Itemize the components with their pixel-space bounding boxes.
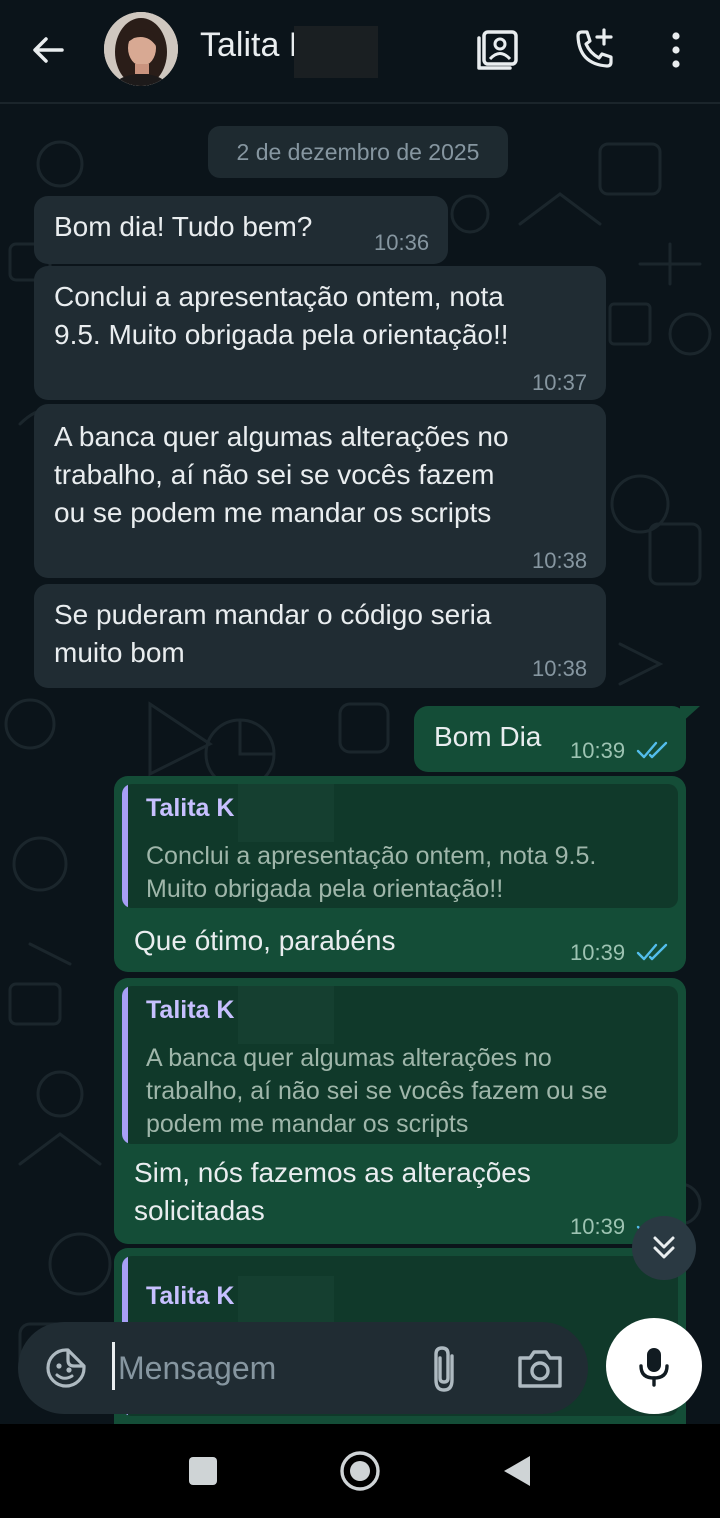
message-text: Bom dia! Tudo bem? (54, 211, 313, 242)
message-time: 10:37 (532, 370, 588, 395)
message-text: Que ótimo, parabéns (134, 925, 396, 956)
message-text: Se puderam mandar o código seria (54, 599, 492, 630)
message-time: 10:39 (570, 738, 626, 763)
scroll-to-bottom-button[interactable] (632, 1216, 696, 1280)
quoted-author: Talita K (146, 1282, 235, 1310)
home-icon[interactable] (337, 1448, 383, 1494)
incoming-message[interactable]: Conclui a apresentação ontem, nota 9.5. … (34, 266, 606, 400)
quoted-message[interactable]: Talita K Conclui a apresentação ontem, n… (122, 784, 678, 908)
quoted-text: trabalho, aí não sei se vocês fazem ou s… (146, 1077, 608, 1105)
bubble-tail (680, 706, 700, 724)
avatar[interactable] (104, 12, 178, 86)
system-navigation-bar (0, 1424, 720, 1518)
quote-accent-bar (122, 784, 128, 908)
message-time: 10:38 (532, 656, 588, 681)
quoted-text: A banca quer algumas alterações no (146, 1044, 552, 1072)
outgoing-message[interactable]: Talita K Conclui a apresentação ontem, n… (114, 776, 686, 972)
message-text: trabalho, aí não sei se vocês fazem (54, 459, 495, 490)
quoted-text: Conclui a apresentação ontem, nota 9.5. (146, 842, 597, 870)
camera-icon[interactable] (516, 1346, 564, 1390)
message-text: 9.5. Muito obrigada pela orientação!! (54, 319, 509, 350)
contact-card-icon[interactable] (474, 26, 522, 74)
message-list[interactable]: 2 de dezembro de 2025 Bom dia! Tudo bem?… (0, 104, 720, 1424)
back-arrow-icon[interactable] (26, 28, 70, 72)
quoted-message[interactable]: Talita K A banca quer algumas alterações… (122, 986, 678, 1144)
quoted-author: Talita K (146, 996, 235, 1024)
quoted-author: Talita K (146, 794, 235, 822)
message-time: 10:39 (570, 940, 626, 965)
redaction-box (294, 26, 378, 78)
chat-header: Talita K (0, 0, 720, 104)
message-text: Sim, nós fazemos as alterações (134, 1157, 531, 1188)
back-triangle-icon[interactable] (494, 1448, 540, 1494)
double-chevron-down-icon (653, 1236, 675, 1259)
message-composer (18, 1322, 588, 1414)
message-time: 10:39 (570, 1214, 626, 1239)
date-separator: 2 de dezembro de 2025 (208, 126, 508, 178)
message-text: solicitadas (134, 1195, 265, 1226)
quoted-text: podem me mandar os scripts (146, 1110, 469, 1138)
outgoing-message[interactable]: Bom Dia 10:39 (414, 706, 686, 772)
incoming-message[interactable]: Bom dia! Tudo bem? 10:36 (34, 196, 448, 264)
outgoing-message[interactable]: Talita K A banca quer algumas alterações… (114, 978, 686, 1244)
message-input[interactable] (114, 1336, 404, 1400)
incoming-message[interactable]: Se puderam mandar o código seria muito b… (34, 584, 606, 688)
message-time: 10:36 (374, 230, 430, 255)
message-time: 10:38 (532, 548, 588, 573)
more-vertical-icon[interactable] (652, 26, 700, 74)
message-text: A banca quer algumas alterações no (54, 421, 509, 452)
read-receipt-icon (636, 741, 668, 759)
message-text: Bom Dia (434, 721, 542, 752)
quote-accent-bar (122, 986, 128, 1144)
quoted-text: Muito obrigada pela orientação!! (146, 875, 504, 903)
microphone-icon (639, 1348, 669, 1387)
redaction-box (238, 784, 334, 842)
message-text: muito bom (54, 637, 185, 668)
incoming-message[interactable]: A banca quer algumas alterações no traba… (34, 404, 606, 578)
attach-icon[interactable] (422, 1344, 468, 1394)
message-text: Conclui a apresentação ontem, nota (54, 281, 504, 312)
add-call-icon[interactable] (570, 26, 618, 74)
read-receipt-icon (636, 943, 668, 961)
recents-icon[interactable] (180, 1448, 226, 1494)
voice-message-button[interactable] (606, 1318, 702, 1414)
message-text: ou se podem me mandar os scripts (54, 497, 492, 528)
sticker-emoji-icon[interactable] (44, 1346, 88, 1390)
redaction-box (238, 986, 334, 1044)
